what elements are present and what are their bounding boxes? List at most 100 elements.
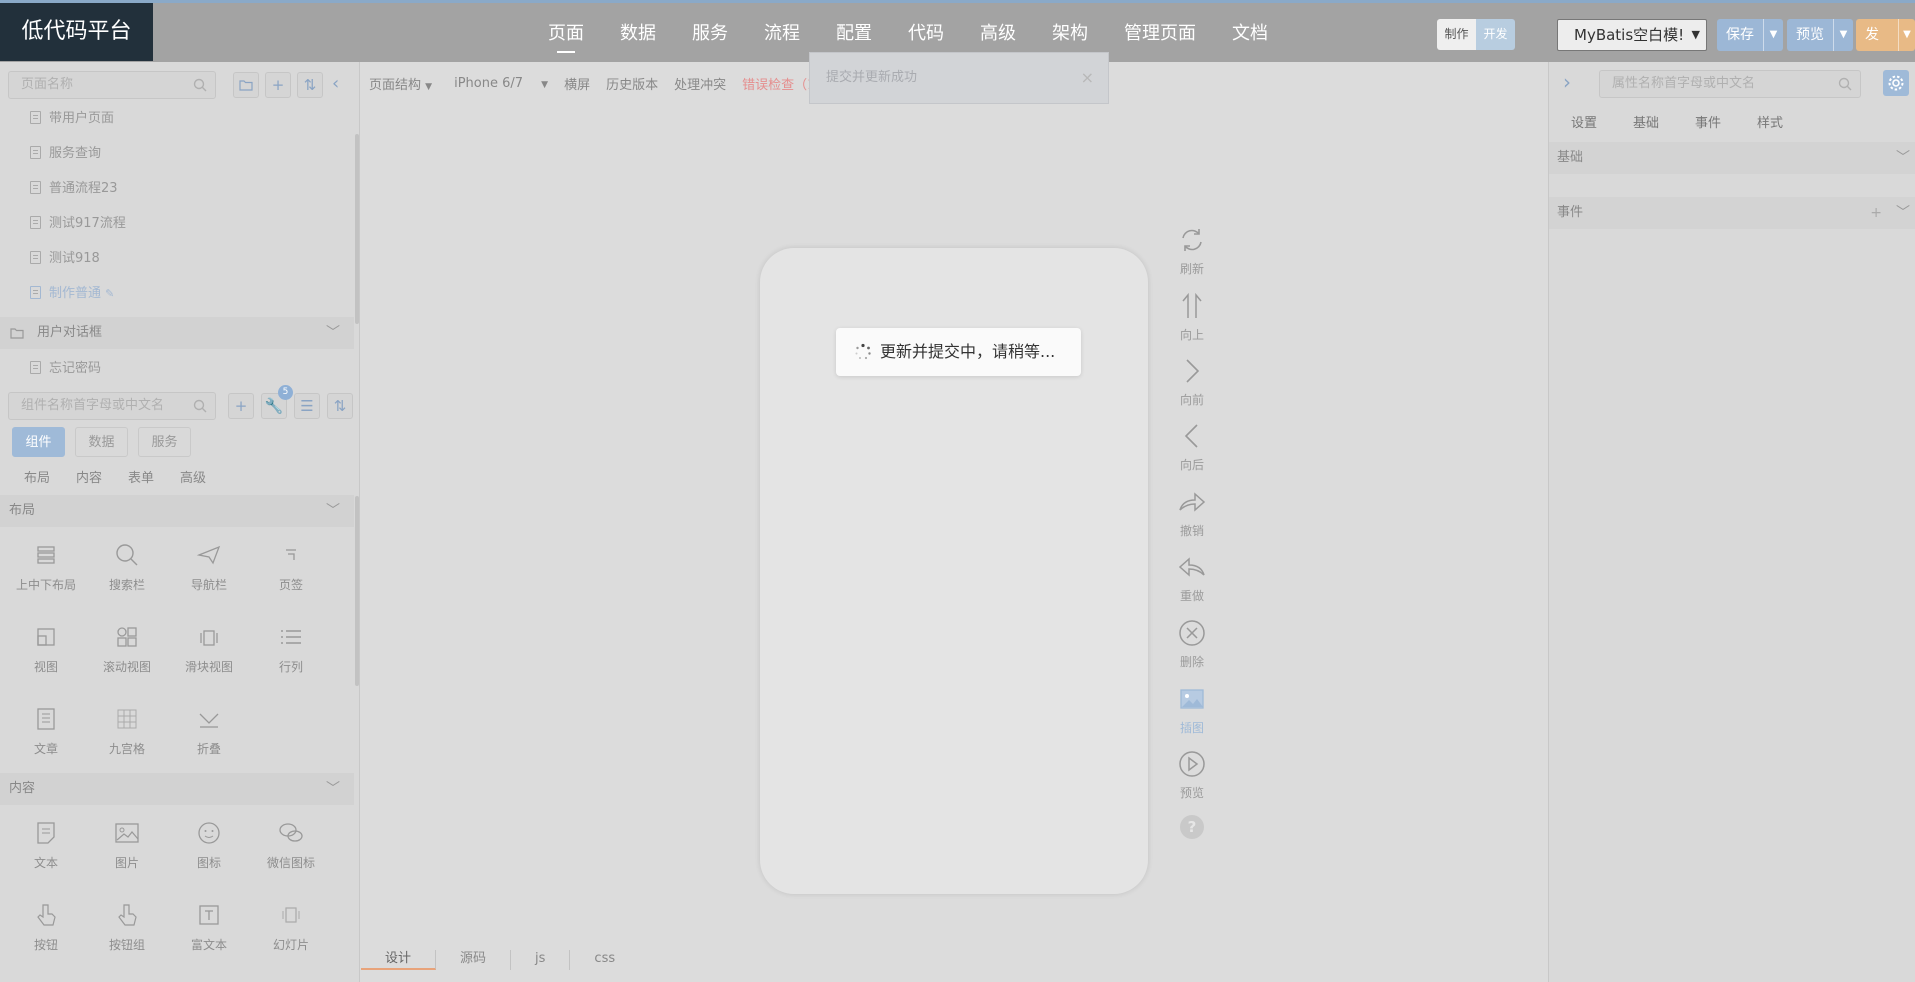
component-article[interactable]: 文章 <box>8 706 84 757</box>
component-tabs[interactable]: 页签 <box>253 542 329 593</box>
page-item[interactable]: 带用户页面 <box>30 109 114 129</box>
components-scrollbar[interactable] <box>355 496 359 686</box>
component-nav-bar[interactable]: 导航栏 <box>171 542 247 593</box>
list-icon <box>281 630 301 644</box>
tab-basic[interactable]: 基础 <box>1633 112 1659 131</box>
property-search-input[interactable]: 属性名称首字母或中文名 <box>1599 70 1861 98</box>
sort-pages-button[interactable]: ⇅ <box>297 72 323 98</box>
tab-advanced[interactable]: 高级 <box>180 467 206 486</box>
page-item[interactable]: 测试917流程 <box>30 214 126 234</box>
move-back-button[interactable]: 向后 <box>1170 422 1214 473</box>
close-icon[interactable]: × <box>1081 53 1094 103</box>
page-item[interactable]: 普通流程23 <box>30 179 118 199</box>
publish-dropdown-icon[interactable]: ▼ <box>1897 19 1915 51</box>
tab-events[interactable]: 事件 <box>1695 112 1721 131</box>
sort-components-button[interactable]: ⇅ <box>327 393 353 419</box>
content-section-header[interactable]: 内容 ﹀ <box>0 773 354 805</box>
error-check-button[interactable]: 错误检查（1 <box>742 74 815 93</box>
help-icon[interactable]: ? <box>1180 815 1204 839</box>
preview-button[interactable]: 预览 <box>1787 19 1833 51</box>
preview-play-button[interactable]: 预览 <box>1170 750 1214 801</box>
tab-style[interactable]: 样式 <box>1757 112 1783 131</box>
page-item[interactable]: 测试918 <box>30 249 100 269</box>
device-select[interactable]: iPhone 6/7 ▼ <box>454 76 548 91</box>
component-search-input[interactable]: 组件名称首字母或中文名 <box>8 392 216 420</box>
component-image[interactable]: 图片 <box>89 820 165 871</box>
component-rich-text[interactable]: 富文本 <box>171 902 247 953</box>
component-scroll-view[interactable]: 滚动视图 <box>89 624 165 675</box>
tab-data[interactable]: 数据 <box>75 427 128 457</box>
component-text[interactable]: 文本 <box>8 820 84 871</box>
component-slider-view[interactable]: 滑块视图 <box>171 624 247 675</box>
tab-settings[interactable]: 设置 <box>1571 112 1597 131</box>
list-order-button[interactable]: ☰ <box>294 393 320 419</box>
nav-data[interactable]: 数据 <box>602 3 674 61</box>
delete-button[interactable]: 删除 <box>1170 619 1214 670</box>
refresh-button[interactable]: 刷新 <box>1170 226 1214 277</box>
publish-button[interactable]: 发布 <box>1856 19 1898 51</box>
nav-admin-pages[interactable]: 管理页面 <box>1106 3 1214 61</box>
tab-css[interactable]: css <box>570 950 639 970</box>
tab-js[interactable]: js <box>511 950 571 970</box>
collapse-right-icon[interactable]: › <box>1563 70 1571 94</box>
redo-button[interactable]: 重做 <box>1170 553 1214 604</box>
layout-section-header[interactable]: 布局 ﹀ <box>0 495 354 527</box>
insert-image-button[interactable]: 插图 <box>1170 685 1214 736</box>
tab-services[interactable]: 服务 <box>138 427 191 457</box>
component-button[interactable]: 按钮 <box>8 902 84 953</box>
page-item-active[interactable]: 制作普通 ✎ <box>30 284 114 304</box>
pages-scrollbar[interactable] <box>355 134 359 324</box>
sort-icon: ⇅ <box>303 76 317 94</box>
tab-source[interactable]: 源码 <box>436 950 512 970</box>
nav-page[interactable]: 页面 <box>530 3 602 61</box>
basic-section-header[interactable]: 基础 ﹀ <box>1549 142 1915 174</box>
nav-docs[interactable]: 文档 <box>1214 3 1286 61</box>
component-slideshow[interactable]: 幻灯片 <box>253 902 329 953</box>
component-collapse[interactable]: 折叠 <box>171 706 247 757</box>
component-wechat-icon[interactable]: 微信图标 <box>253 820 329 871</box>
component-icon[interactable]: 图标 <box>171 820 247 871</box>
page-item[interactable]: 忘记密码 <box>30 359 101 379</box>
move-forward-button[interactable]: 向前 <box>1170 357 1214 408</box>
refresh-icon <box>1182 229 1202 251</box>
mode-make-button[interactable]: 制作 <box>1437 19 1476 50</box>
page-item[interactable]: 服务查询 <box>30 144 101 164</box>
template-select[interactable]: MyBatis空白模! ▼ <box>1557 19 1707 51</box>
mode-dev-button[interactable]: 开发 <box>1476 19 1515 50</box>
tab-design[interactable]: 设计 <box>361 950 437 970</box>
component-button-group[interactable]: 按钮组 <box>89 902 165 953</box>
dialog-group-header[interactable]: 用户对话框 ﹀ <box>0 317 354 349</box>
undo-button[interactable]: 撤销 <box>1170 488 1214 539</box>
component-top-middle-bottom-layout[interactable]: 上中下布局 <box>8 542 84 593</box>
save-dropdown-icon[interactable]: ▼ <box>1763 19 1783 51</box>
page-search-input[interactable]: 页面名称 <box>8 71 216 99</box>
save-button[interactable]: 保存 <box>1717 19 1763 51</box>
event-section-header[interactable]: 事件 + ﹀ <box>1549 197 1915 229</box>
add-component-button[interactable]: + <box>228 393 254 419</box>
landscape-toggle[interactable]: 横屏 <box>564 74 590 93</box>
collapse-left-icon[interactable]: ‹ <box>332 73 339 94</box>
nav-flow[interactable]: 流程 <box>746 3 818 61</box>
move-up-button[interactable]: 向上 <box>1170 292 1214 343</box>
settings-button[interactable] <box>1883 70 1909 96</box>
preview-dropdown-icon[interactable]: ▼ <box>1833 19 1853 51</box>
wrench-button[interactable]: 🔧 5 <box>261 385 293 419</box>
tab-content[interactable]: 内容 <box>76 467 102 486</box>
tab-form[interactable]: 表单 <box>128 467 154 486</box>
page-structure-menu[interactable]: 页面结构 ▼ <box>369 74 432 93</box>
component-view[interactable]: 视图 <box>8 624 84 675</box>
tab-layout[interactable]: 布局 <box>24 467 50 486</box>
component-nine-grid[interactable]: 九宫格 <box>89 706 165 757</box>
list-order-icon: ☰ <box>300 397 314 415</box>
component-row-column[interactable]: 行列 <box>253 624 329 675</box>
history-versions-button[interactable]: 历史版本 <box>606 74 658 93</box>
tab-components[interactable]: 组件 <box>12 427 65 457</box>
nav-service[interactable]: 服务 <box>674 3 746 61</box>
plus-icon[interactable]: + <box>1870 197 1882 229</box>
component-search-bar[interactable]: 搜索栏 <box>89 542 165 593</box>
resolve-conflicts-button[interactable]: 处理冲突 <box>674 74 726 93</box>
new-folder-button[interactable] <box>233 72 259 98</box>
page-search-placeholder: 页面名称 <box>21 77 74 92</box>
edit-pencil-icon[interactable]: ✎ <box>105 287 114 300</box>
add-page-button[interactable]: + <box>265 72 291 98</box>
